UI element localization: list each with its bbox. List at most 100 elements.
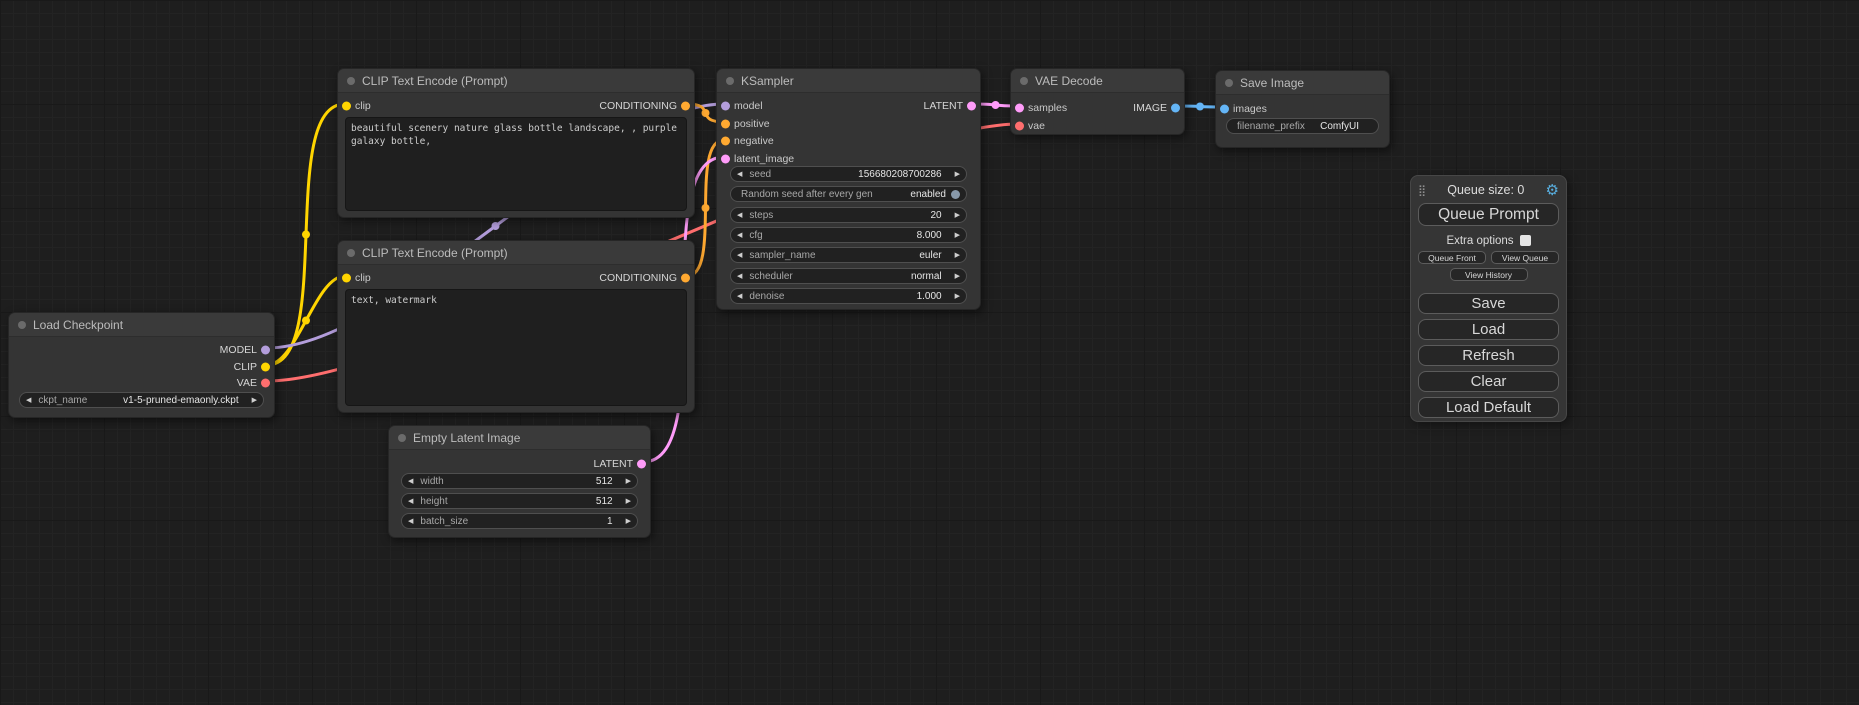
increment-arrow-icon[interactable]: ▶: [955, 171, 960, 178]
node-ksampler[interactable]: KSampler model LATENT positive negative …: [716, 68, 981, 310]
increment-arrow-icon[interactable]: ▶: [626, 518, 631, 525]
node-save-image[interactable]: Save Image images filename_prefix ComfyU…: [1215, 70, 1390, 148]
link-clip-to-negative-clip: [267, 276, 345, 365]
conditioning-output-dot[interactable]: [681, 273, 690, 282]
slot-label: clip: [355, 272, 371, 284]
graph-canvas[interactable]: Load Checkpoint MODEL CLIP VAE ◀ ckpt_na…: [0, 0, 1859, 705]
increment-arrow-icon[interactable]: ▶: [955, 232, 960, 239]
widget-value: enabled: [910, 189, 946, 200]
decrement-arrow-icon[interactable]: ◀: [737, 293, 742, 300]
widget-scheduler[interactable]: ◀ scheduler normal ▶: [730, 268, 967, 284]
decrement-arrow-icon[interactable]: ◀: [737, 273, 742, 280]
decrement-arrow-icon[interactable]: ◀: [26, 397, 31, 404]
widget-height[interactable]: ◀ height 512 ▶: [401, 493, 638, 509]
collapse-dot-icon[interactable]: [1020, 77, 1028, 85]
collapse-dot-icon[interactable]: [18, 321, 26, 329]
widget-denoise[interactable]: ◀ denoise 1.000 ▶: [730, 288, 967, 304]
clear-button[interactable]: Clear: [1418, 371, 1559, 392]
node-title-bar[interactable]: CLIP Text Encode (Prompt): [338, 241, 694, 265]
widget-random-seed-toggle[interactable]: Random seed after every gen enabled: [730, 186, 967, 202]
collapse-dot-icon[interactable]: [347, 249, 355, 257]
node-title-bar[interactable]: Empty Latent Image: [389, 426, 650, 450]
widget-cfg[interactable]: ◀ cfg 8.000 ▶: [730, 227, 967, 243]
settings-gear-icon[interactable]: ⚙: [1546, 183, 1559, 198]
increment-arrow-icon[interactable]: ▶: [955, 293, 960, 300]
model-output-dot[interactable]: [261, 345, 270, 354]
latent-image-input-dot[interactable]: [721, 154, 730, 163]
toggle-indicator-dot[interactable]: [951, 190, 960, 199]
collapse-dot-icon[interactable]: [1225, 79, 1233, 87]
load-default-button[interactable]: Load Default: [1418, 397, 1559, 418]
collapse-dot-icon[interactable]: [347, 77, 355, 85]
widget-sampler-name[interactable]: ◀ sampler_name euler ▶: [730, 247, 967, 263]
load-button[interactable]: Load: [1418, 319, 1559, 340]
slot-label: IMAGE: [1133, 102, 1167, 114]
latent-output-dot[interactable]: [637, 459, 646, 468]
decrement-arrow-icon[interactable]: ◀: [408, 478, 413, 485]
negative-input-dot[interactable]: [721, 136, 730, 145]
increment-arrow-icon[interactable]: ▶: [955, 252, 960, 259]
increment-arrow-icon[interactable]: ▶: [626, 498, 631, 505]
collapse-dot-icon[interactable]: [726, 77, 734, 85]
image-output-dot[interactable]: [1171, 103, 1180, 112]
decrement-arrow-icon[interactable]: ◀: [737, 252, 742, 259]
decrement-arrow-icon[interactable]: ◀: [737, 232, 742, 239]
widget-batch-size[interactable]: ◀ batch_size 1 ▶: [401, 513, 638, 529]
extra-options-row: Extra options: [1418, 234, 1559, 247]
positive-input-dot[interactable]: [721, 119, 730, 128]
link-midpoint-dot: [702, 109, 710, 117]
decrement-arrow-icon[interactable]: ◀: [408, 498, 413, 505]
node-vae-decode[interactable]: VAE Decode samples IMAGE vae: [1010, 68, 1185, 135]
link-midpoint-dot: [992, 101, 1000, 109]
slot-row: clip CONDITIONING: [338, 269, 694, 286]
vae-input-dot[interactable]: [1015, 121, 1024, 130]
node-load-checkpoint[interactable]: Load Checkpoint MODEL CLIP VAE ◀ ckpt_na…: [8, 312, 275, 418]
widget-seed[interactable]: ◀ seed 156680208700286 ▶: [730, 166, 967, 182]
node-title-bar[interactable]: CLIP Text Encode (Prompt): [338, 69, 694, 93]
images-input-dot[interactable]: [1220, 104, 1229, 113]
queue-front-button[interactable]: Queue Front: [1418, 251, 1486, 264]
samples-input-dot[interactable]: [1015, 103, 1024, 112]
positive-prompt-textarea[interactable]: beautiful scenery nature glass bottle la…: [345, 117, 687, 211]
node-title-bar[interactable]: KSampler: [717, 69, 980, 93]
increment-arrow-icon[interactable]: ▶: [626, 478, 631, 485]
clip-input-dot[interactable]: [342, 101, 351, 110]
node-title-bar[interactable]: VAE Decode: [1011, 69, 1184, 93]
view-history-button[interactable]: View History: [1450, 268, 1528, 281]
model-input-dot[interactable]: [721, 101, 730, 110]
vae-output-dot[interactable]: [261, 378, 270, 387]
widget-ckpt-name[interactable]: ◀ ckpt_name v1-5-pruned-emaonly.ckpt ▶: [19, 392, 264, 408]
slot-label: images: [1233, 103, 1267, 115]
drag-handle-icon[interactable]: ⣿: [1418, 184, 1426, 197]
save-button[interactable]: Save: [1418, 293, 1559, 314]
queue-prompt-button[interactable]: Queue Prompt: [1418, 203, 1559, 226]
clip-output-dot[interactable]: [261, 362, 270, 371]
refresh-button[interactable]: Refresh: [1418, 345, 1559, 366]
latent-output-dot[interactable]: [967, 101, 976, 110]
widget-name: denoise: [749, 291, 784, 302]
view-queue-button[interactable]: View Queue: [1491, 251, 1559, 264]
slot-label: vae: [1028, 120, 1045, 132]
increment-arrow-icon[interactable]: ▶: [955, 273, 960, 280]
widget-width[interactable]: ◀ width 512 ▶: [401, 473, 638, 489]
increment-arrow-icon[interactable]: ▶: [252, 397, 257, 404]
clip-input-dot[interactable]: [342, 273, 351, 282]
collapse-dot-icon[interactable]: [398, 434, 406, 442]
widget-value: euler: [919, 250, 941, 261]
extra-options-checkbox[interactable]: [1520, 235, 1531, 246]
node-clip-text-encode-negative[interactable]: CLIP Text Encode (Prompt) clip CONDITION…: [337, 240, 695, 413]
node-empty-latent-image[interactable]: Empty Latent Image LATENT ◀ width 512 ▶ …: [388, 425, 651, 538]
slot-label: latent_image: [734, 153, 794, 165]
widget-filename-prefix[interactable]: filename_prefix ComfyUI: [1226, 118, 1379, 134]
decrement-arrow-icon[interactable]: ◀: [737, 171, 742, 178]
widget-value: v1-5-pruned-emaonly.ckpt: [123, 395, 238, 406]
node-clip-text-encode-positive[interactable]: CLIP Text Encode (Prompt) clip CONDITION…: [337, 68, 695, 218]
node-title-bar[interactable]: Save Image: [1216, 71, 1389, 95]
node-title-bar[interactable]: Load Checkpoint: [9, 313, 274, 337]
decrement-arrow-icon[interactable]: ◀: [737, 212, 742, 219]
conditioning-output-dot[interactable]: [681, 101, 690, 110]
widget-steps[interactable]: ◀ steps 20 ▶: [730, 207, 967, 223]
negative-prompt-textarea[interactable]: text, watermark: [345, 289, 687, 406]
decrement-arrow-icon[interactable]: ◀: [408, 518, 413, 525]
increment-arrow-icon[interactable]: ▶: [955, 212, 960, 219]
